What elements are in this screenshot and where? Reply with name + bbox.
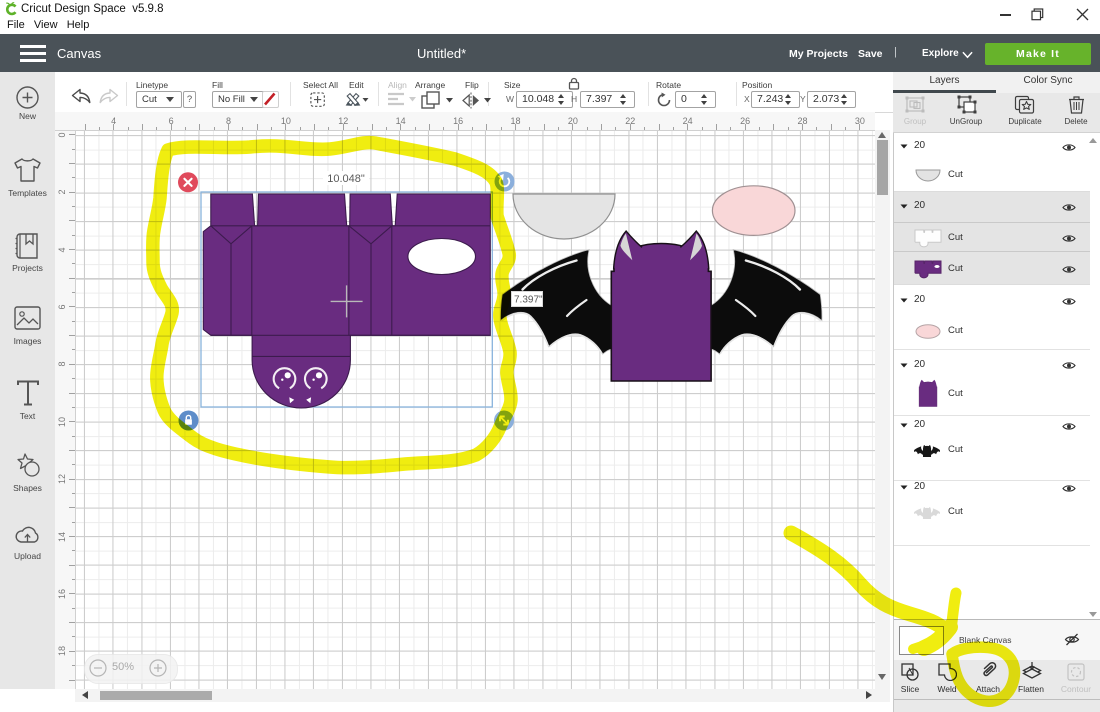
- svg-text:7.397": 7.397": [514, 295, 543, 306]
- svg-text:10.048": 10.048": [327, 173, 365, 185]
